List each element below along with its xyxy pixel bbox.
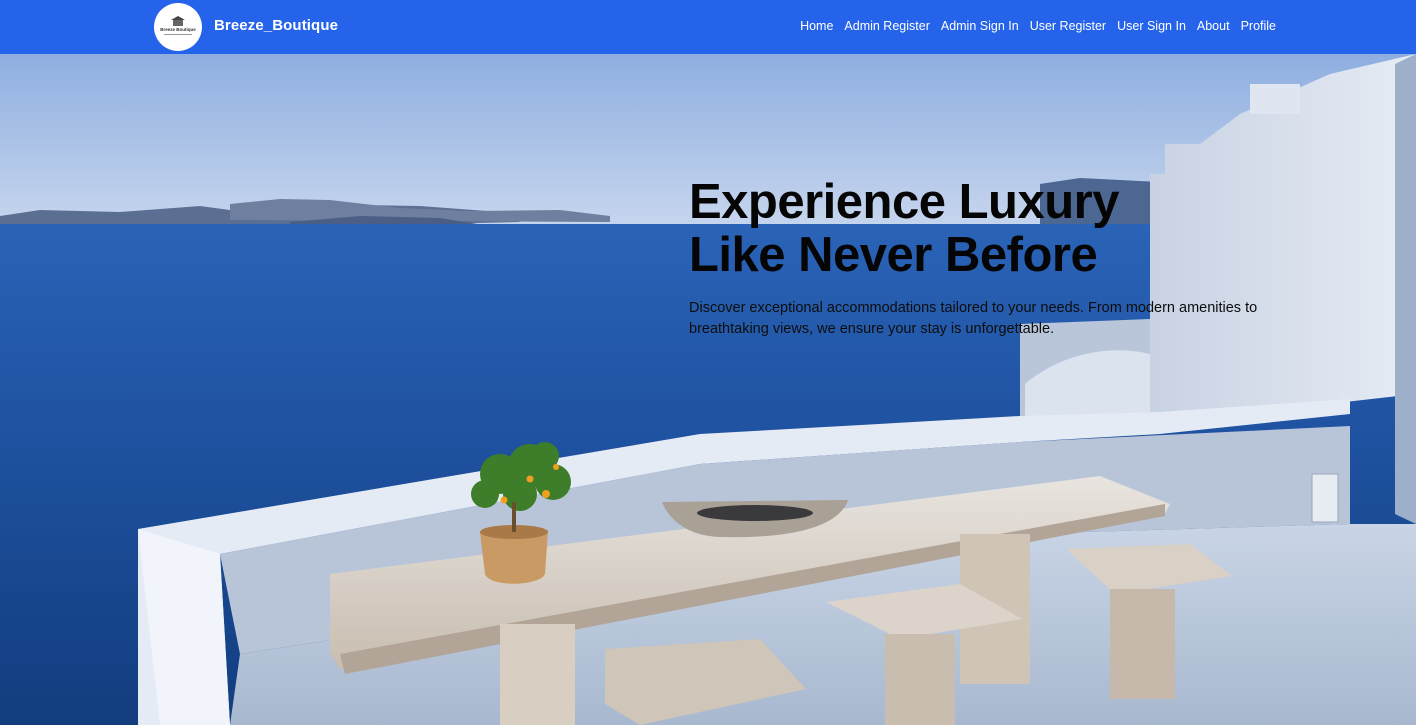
- nav-about-link[interactable]: About: [1197, 19, 1230, 33]
- hero-section: Experience Luxury Like Never Before Disc…: [0, 54, 1416, 725]
- nav-profile-link[interactable]: Profile: [1241, 19, 1276, 33]
- nav-admin-register-link[interactable]: Admin Register: [844, 19, 929, 33]
- hero-text-block: Experience Luxury Like Never Before Disc…: [689, 176, 1289, 340]
- hero-description: Discover exceptional accommodations tail…: [689, 300, 1258, 337]
- brand-logo[interactable]: Breeze Boutique: [154, 3, 202, 51]
- nav-links: Home Admin Register Admin Sign In User R…: [800, 19, 1276, 33]
- nav-home-link[interactable]: Home: [800, 19, 833, 33]
- logo-underline: [164, 34, 192, 35]
- hero-title: Experience Luxury Like Never Before: [689, 175, 1119, 282]
- hero-background-image: [0, 54, 1416, 725]
- nav-user-register-link[interactable]: User Register: [1030, 19, 1106, 33]
- logo-text: Breeze Boutique: [160, 27, 196, 32]
- nav-admin-sign-in-link[interactable]: Admin Sign In: [941, 19, 1019, 33]
- navbar: Breeze Boutique Breeze_Boutique Home Adm…: [0, 0, 1416, 54]
- nav-user-sign-in-link[interactable]: User Sign In: [1117, 19, 1186, 33]
- brand-name[interactable]: Breeze_Boutique: [214, 17, 338, 34]
- house-icon: [171, 16, 185, 26]
